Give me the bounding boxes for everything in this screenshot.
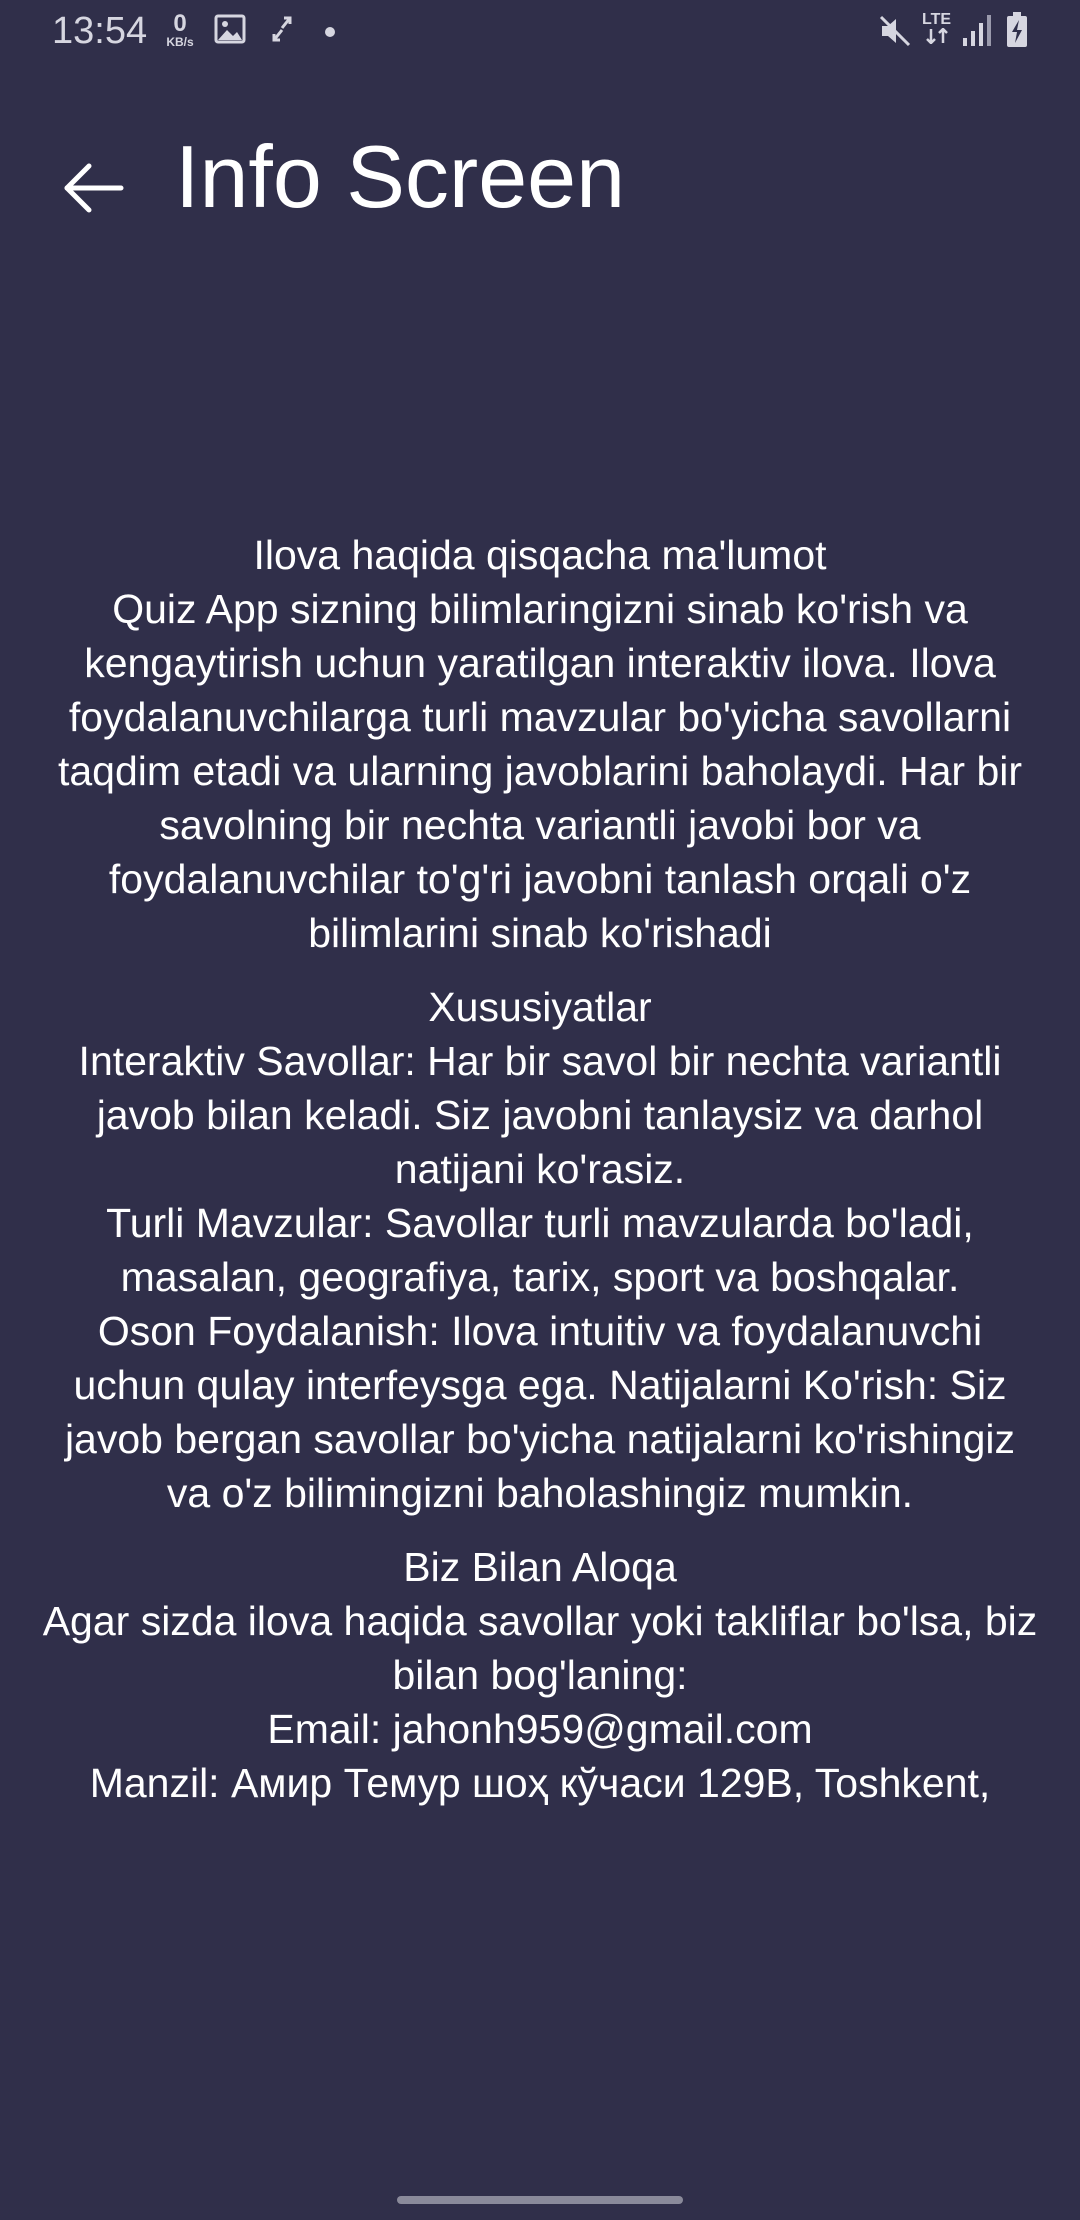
back-button[interactable] bbox=[46, 142, 142, 238]
about-section: Ilova haqida qisqacha ma'lumot Quiz App … bbox=[40, 528, 1040, 960]
arrow-back-icon bbox=[63, 162, 125, 219]
feature-interactive: Interaktiv Savollar: Har bir savol bir n… bbox=[78, 1038, 1002, 1192]
about-body: Quiz App sizning bilimlaringizni sinab k… bbox=[57, 586, 1023, 956]
status-time: 13:54 bbox=[52, 10, 148, 52]
sync-icon bbox=[270, 14, 294, 49]
contact-email: Email: jahonh959@gmail.com bbox=[267, 1706, 813, 1752]
signal-icon bbox=[962, 14, 992, 51]
net-speed-unit: KB/s bbox=[166, 35, 194, 49]
features-section: Xususiyatlar Interaktiv Savollar: Har bi… bbox=[40, 980, 1040, 1520]
lte-icon: LTE bbox=[922, 12, 951, 48]
app-bar: Info Screen bbox=[0, 100, 1080, 260]
about-heading: Ilova haqida qisqacha ma'lumot bbox=[253, 532, 827, 578]
dot-icon bbox=[325, 27, 335, 37]
info-screen: 13:54 0 KB/s LTE Info Screen Ilova haqid… bbox=[0, 0, 1080, 2220]
battery-charging-icon bbox=[1006, 12, 1028, 53]
feature-topics: Turli Mavzular: Savollar turli mavzulard… bbox=[106, 1200, 974, 1300]
contact-section: Biz Bilan Aloqa Agar sizda ilova haqida … bbox=[40, 1540, 1040, 1810]
features-heading: Xususiyatlar bbox=[428, 984, 652, 1030]
feature-ease-of-use: Oson Foydalanish: Ilova intuitiv va foyd… bbox=[64, 1308, 1016, 1516]
mute-icon bbox=[878, 14, 912, 53]
image-icon bbox=[214, 14, 246, 49]
page-title: Info Screen bbox=[175, 127, 626, 226]
net-speed-indicator: 0 KB/s bbox=[160, 10, 200, 49]
status-bar: 13:54 0 KB/s LTE bbox=[0, 0, 1080, 66]
info-content: Ilova haqida qisqacha ma'lumot Quiz App … bbox=[40, 528, 1040, 1830]
gesture-nav-handle[interactable] bbox=[397, 2196, 683, 2204]
net-speed-value: 0 bbox=[173, 10, 187, 37]
network-type-label: LTE bbox=[922, 11, 952, 28]
contact-heading: Biz Bilan Aloqa bbox=[403, 1544, 677, 1590]
contact-intro: Agar sizda ilova haqida savollar yoki ta… bbox=[42, 1598, 1038, 1698]
contact-address: Manzil: Амир Темур шоҳ кўчаси 129B, Tosh… bbox=[89, 1760, 991, 1806]
